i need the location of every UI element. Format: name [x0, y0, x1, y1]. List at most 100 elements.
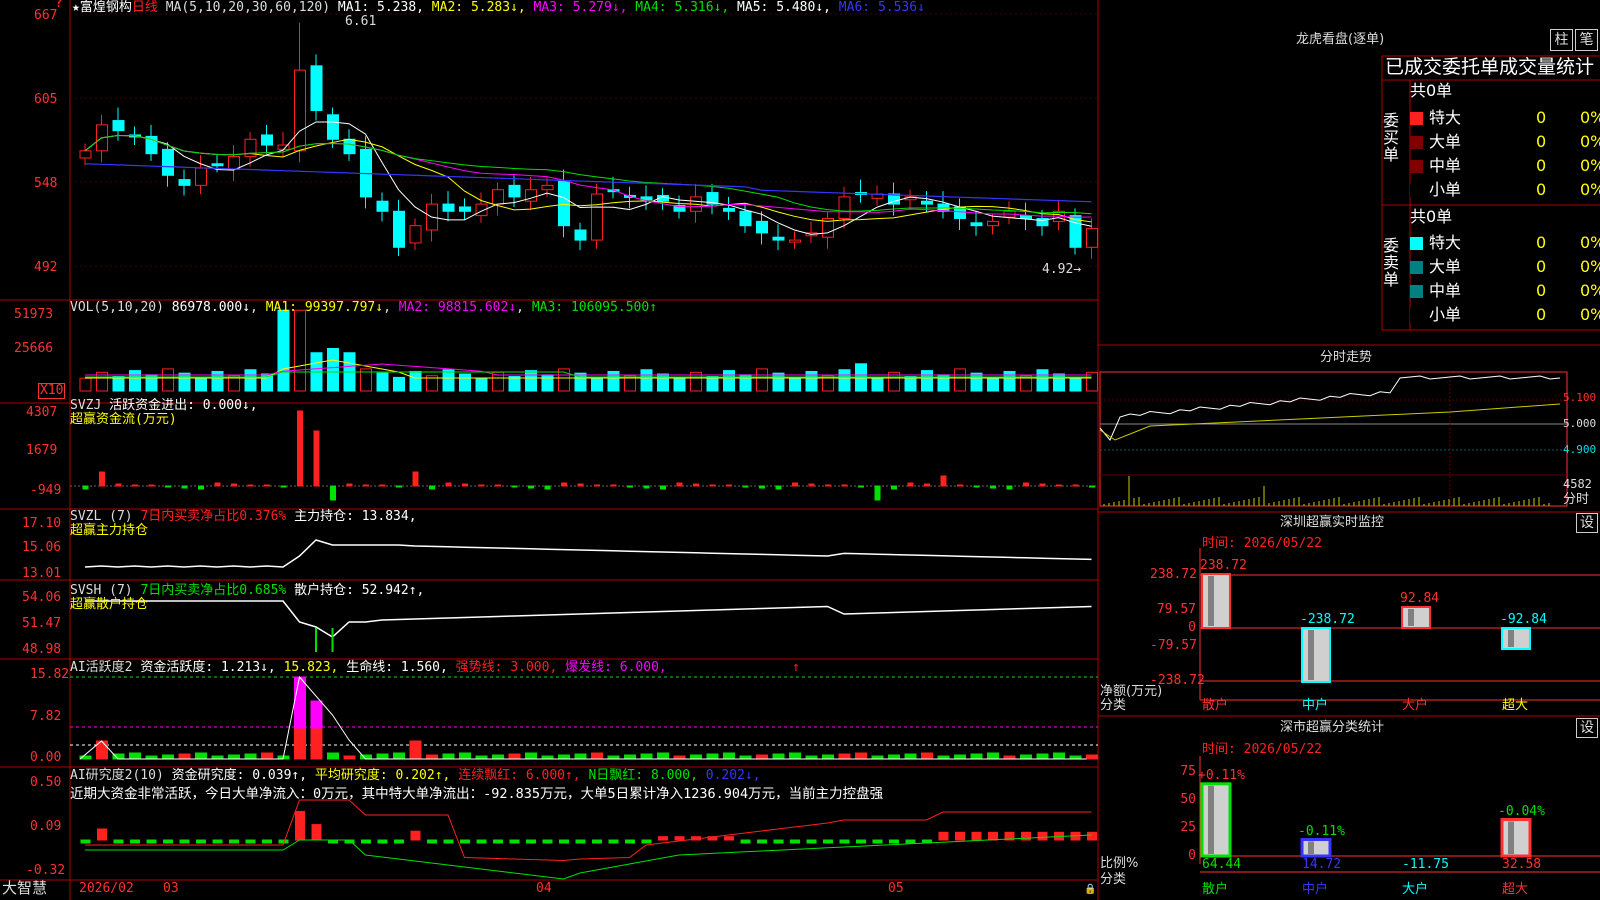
question-icon[interactable]: ?: [55, 0, 63, 12]
monitor-bar-shade: [1308, 630, 1314, 680]
vol-bar: [591, 376, 603, 392]
research-bar: [113, 839, 124, 844]
bar-value: 32.58: [1502, 857, 1542, 872]
vol-bar: [376, 372, 389, 392]
flow-bar: [561, 482, 567, 487]
intraday-price-line: [1099, 375, 1561, 441]
flow-bar: [115, 483, 122, 487]
axis-tick: 51.47: [22, 616, 62, 631]
order-type: 中单: [1429, 156, 1462, 175]
activity-bar: [492, 754, 504, 760]
intraday-frame: [1099, 371, 1568, 507]
lock-icon[interactable]: 🔒: [1084, 882, 1096, 898]
flow-bar: [165, 485, 171, 488]
svzj-label: SVZJ: [70, 398, 102, 413]
activity-bar: [426, 754, 438, 760]
research-bar: [542, 839, 553, 844]
flow-bar: [759, 485, 765, 489]
order-swatch: [1410, 261, 1423, 274]
order-row: 小单 0 0%: [1410, 179, 1600, 201]
vol-bar: [211, 370, 224, 392]
flow-bar: [924, 483, 930, 487]
flow-bar: [429, 485, 435, 490]
ma-values: MA1: 5.238, MA2: 5.283↓, MA3: 5.279↓, MA…: [338, 0, 925, 15]
research-bar: [1087, 831, 1097, 841]
research-bar: [839, 839, 850, 844]
axis-tick: 17.10: [22, 516, 62, 531]
flow-bar: [676, 482, 683, 487]
low-mark: 4.92→: [1042, 262, 1082, 277]
flow-bar: [330, 485, 336, 501]
research-bar: [295, 810, 305, 841]
high-mark: 6.61: [345, 14, 377, 29]
axis-tick: 0: [1188, 620, 1196, 635]
ma120-line: [84, 163, 1092, 203]
axis-tick: 4307: [26, 405, 58, 420]
activity-bar: [1020, 754, 1032, 760]
vol-bar: [327, 348, 339, 392]
ai1-activity: 资金活跃度: 1.213↓,: [140, 660, 276, 675]
bar-value: 238.72: [1200, 558, 1247, 573]
activity-bar: [294, 728, 306, 760]
flow-bar: [775, 485, 782, 490]
flow-bar: [973, 485, 980, 488]
class-bar-shade: [1308, 841, 1314, 854]
bar-top-label: -0.11%: [1298, 823, 1345, 839]
candle-up: [838, 196, 851, 219]
monitor-bar-shade: [1208, 576, 1214, 626]
axis-tick: 75: [1180, 764, 1196, 779]
vol-bar: [607, 370, 620, 392]
research-bar: [575, 839, 586, 844]
period-label[interactable]: 日线: [132, 0, 158, 15]
x-tick: 05: [888, 881, 904, 896]
research-bar: [856, 839, 866, 844]
ai2-red-days: 连续飘红: 6.000↑,: [458, 768, 581, 783]
vol-header: VOL(5,10,20) 86978.000↓, MA1: 99397.797↓…: [70, 300, 658, 315]
x-tick: 03: [163, 881, 179, 896]
stock-name[interactable]: 富煌钢构: [80, 0, 132, 15]
class-settings-button[interactable]: 设: [1576, 718, 1598, 738]
monitor-settings-button[interactable]: 设: [1576, 513, 1598, 533]
monitor-time: 时间: 2026/05/22: [1202, 536, 1322, 551]
ma-value: MA1: 5.238,: [337, 0, 424, 15]
ma-value: MA4: 5.316↓,: [627, 0, 730, 15]
flow-bar: [940, 475, 947, 487]
flow-bar: [82, 485, 89, 490]
fs-price: 5.000: [1563, 417, 1597, 430]
flow-bar: [462, 483, 468, 487]
bar-view-button[interactable]: 柱: [1550, 29, 1573, 51]
candle-down: [112, 120, 125, 132]
ma-label: MA(5,10,20,30,60,120): [165, 0, 331, 15]
research-bar: [410, 830, 421, 841]
vol-bar: [1069, 377, 1082, 392]
research-bar: [97, 828, 107, 841]
activity-bar: [162, 754, 174, 760]
axis-tick: 7.82: [30, 709, 62, 724]
stat-title: 已成交委托单成交量统计: [1385, 56, 1595, 78]
class-bar: [1200, 782, 1232, 858]
class-xlabel: 分类: [1100, 872, 1127, 887]
header-bar: ★富煌钢构日线 MA(5,10,20,30,60,120) MA1: 5.238…: [72, 0, 925, 16]
candle-down: [921, 200, 933, 205]
activity-bar: [822, 754, 834, 760]
bar-value: -238.72: [1300, 612, 1355, 627]
activity-bar: [508, 753, 521, 760]
axis-tick: -79.57: [1150, 638, 1197, 653]
svzl-subtitle: 超赢主力持仓: [70, 523, 149, 538]
research-bar: [377, 839, 388, 844]
axis-tick: 15.06: [22, 540, 62, 555]
bar-top-label: +0.11%: [1198, 767, 1245, 783]
tick-view-button[interactable]: 笔: [1575, 29, 1598, 51]
activity-bar: [376, 753, 389, 760]
favorite-star-icon[interactable]: ★: [72, 0, 80, 15]
monitor-xlabel: 分类: [1100, 698, 1127, 713]
activity-bar: [954, 754, 966, 760]
vol-bar: [954, 368, 966, 392]
order-count: 0: [1536, 132, 1547, 151]
research-bar: [773, 839, 784, 844]
svsh-label: SVSH (7): [70, 583, 133, 598]
ai2-header: AI研究度2(10) 资金研究度: 0.039↑, 平均研究度: 0.202↑,…: [70, 768, 761, 784]
activity-bar: [310, 700, 323, 730]
ma-value: MA2: 5.283↓,: [423, 0, 526, 15]
research-bar: [509, 839, 520, 844]
